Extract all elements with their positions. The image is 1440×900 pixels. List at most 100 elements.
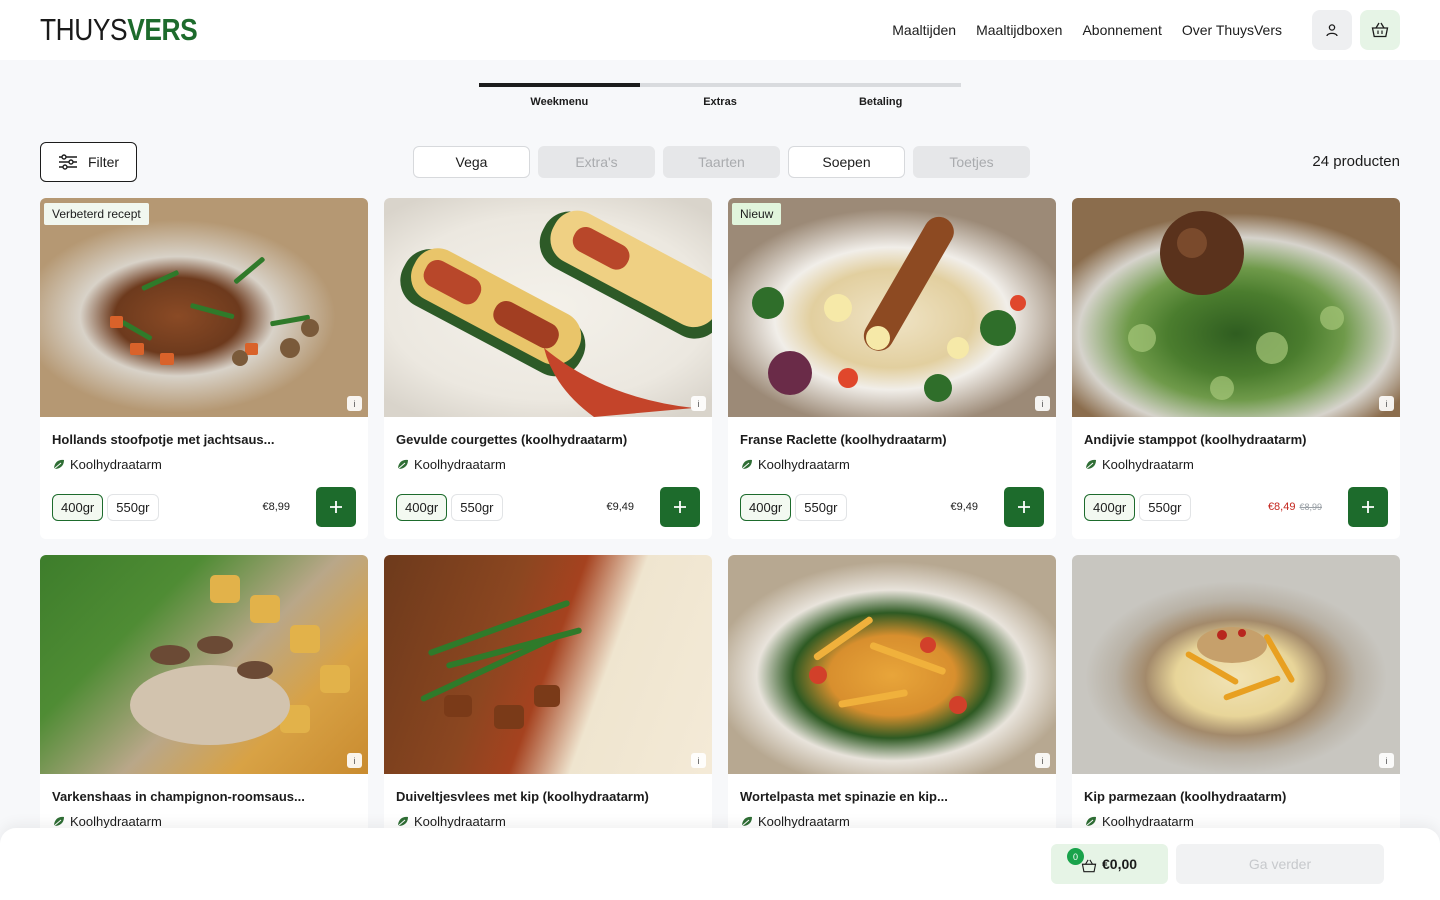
- price-value: €9,49: [606, 501, 634, 513]
- product-image[interactable]: i: [384, 198, 712, 417]
- product-card[interactable]: i Andijvie stamppot (koolhydraatarm) Koo…: [1072, 198, 1400, 539]
- info-icon[interactable]: i: [691, 753, 706, 768]
- product-badge: Verbeterd recept: [44, 203, 149, 225]
- product-image[interactable]: i: [1072, 198, 1400, 417]
- step-weekmenu[interactable]: Weekmenu: [479, 83, 640, 108]
- size-option[interactable]: 550gr: [1139, 493, 1191, 521]
- cart-button[interactable]: [1360, 10, 1400, 50]
- diet-tag: Koolhydraatarm: [1072, 457, 1400, 472]
- diet-tag: Koolhydraatarm: [40, 814, 368, 829]
- logo-part-1: THUYS: [40, 12, 128, 47]
- product-title[interactable]: Gevulde courgettes (koolhydraatarm): [384, 432, 712, 447]
- info-icon[interactable]: i: [1379, 396, 1394, 411]
- info-icon[interactable]: i: [347, 753, 362, 768]
- leaf-icon: [53, 459, 64, 470]
- product-card[interactable]: i Gevulde courgettes (koolhydraatarm) Ko…: [384, 198, 712, 539]
- add-to-cart-button[interactable]: [1004, 487, 1044, 527]
- logo[interactable]: THUYS VERS: [40, 12, 198, 48]
- product-actions: 400gr 550gr €9,49: [384, 487, 712, 527]
- user-icon: [1326, 24, 1338, 37]
- add-to-cart-button[interactable]: [660, 487, 700, 527]
- product-card[interactable]: i Wortelpasta met spinazie en kip... Koo…: [728, 555, 1056, 855]
- nav-link-abonnement[interactable]: Abonnement: [1082, 22, 1161, 38]
- add-to-cart-button[interactable]: [316, 487, 356, 527]
- product-price: €9,49: [606, 501, 634, 513]
- step-bar: [639, 83, 801, 87]
- size-option[interactable]: 550gr: [451, 493, 503, 521]
- leaf-icon: [741, 816, 752, 827]
- plus-icon: [1362, 501, 1374, 513]
- size-option[interactable]: 400gr: [396, 493, 448, 521]
- product-title[interactable]: Duiveltjesvlees met kip (koolhydraatarm): [384, 789, 712, 804]
- product-image[interactable]: i: [728, 555, 1056, 774]
- step-extras[interactable]: Extras: [639, 83, 801, 108]
- diet-tag-label: Koolhydraatarm: [1102, 457, 1194, 472]
- category-toetjes[interactable]: Toetjes: [913, 146, 1030, 178]
- product-title[interactable]: Andijvie stamppot (koolhydraatarm): [1072, 432, 1400, 447]
- diet-tag: Koolhydraatarm: [384, 457, 712, 472]
- filter-button[interactable]: Filter: [40, 142, 137, 182]
- product-card[interactable]: Verbeterd recept i Hollands stoofpotje m…: [40, 198, 368, 539]
- step-label: Weekmenu: [530, 96, 589, 108]
- add-to-cart-button[interactable]: [1348, 487, 1388, 527]
- product-actions: 400gr 550gr €9,49: [728, 487, 1056, 527]
- product-title[interactable]: Varkenshaas in champignon-roomsaus...: [40, 789, 368, 804]
- product-image[interactable]: i: [1072, 555, 1400, 774]
- diet-tag-label: Koolhydraatarm: [414, 457, 506, 472]
- size-option[interactable]: 550gr: [795, 493, 847, 521]
- product-image[interactable]: i: [384, 555, 712, 774]
- leaf-icon: [741, 459, 752, 470]
- diet-tag-label: Koolhydraatarm: [758, 814, 850, 829]
- size-option[interactable]: 400gr: [740, 493, 792, 521]
- size-option[interactable]: 400gr: [52, 493, 104, 521]
- product-card[interactable]: i Varkenshaas in champignon-roomsaus... …: [40, 555, 368, 855]
- product-title[interactable]: Kip parmezaan (koolhydraatarm): [1072, 789, 1400, 804]
- product-image[interactable]: i: [40, 555, 368, 774]
- price-value: €9,49: [950, 501, 978, 513]
- info-icon[interactable]: i: [1379, 753, 1394, 768]
- leaf-icon: [1085, 459, 1096, 470]
- size-option[interactable]: 550gr: [107, 493, 159, 521]
- category-taarten[interactable]: Taarten: [663, 146, 780, 178]
- product-image[interactable]: Verbeterd recept i: [40, 198, 368, 417]
- product-title[interactable]: Hollands stoofpotje met jachtsaus...: [40, 432, 368, 447]
- info-icon[interactable]: i: [1035, 753, 1050, 768]
- category-vega[interactable]: Vega: [413, 146, 530, 178]
- original-price: €8,99: [1299, 502, 1322, 512]
- step-betaling[interactable]: Betaling: [800, 83, 962, 108]
- product-card[interactable]: i Kip parmezaan (koolhydraatarm) Koolhyd…: [1072, 555, 1400, 855]
- logo-part-2: VERS: [127, 12, 198, 47]
- category-extras[interactable]: Extra's: [538, 146, 655, 178]
- product-card[interactable]: Nieuw i Franse Raclette (koolhydraatarm)…: [728, 198, 1056, 539]
- plus-icon: [330, 501, 342, 513]
- info-icon[interactable]: i: [691, 396, 706, 411]
- plus-icon: [674, 501, 686, 513]
- product-price: €8,49 €8,99: [1268, 501, 1322, 513]
- diet-tag: Koolhydraatarm: [728, 457, 1056, 472]
- step-bar: [800, 83, 962, 87]
- product-count: 24 producten: [1312, 153, 1400, 170]
- info-icon[interactable]: i: [1035, 396, 1050, 411]
- nav-link-maaltijdboxen[interactable]: Maaltijdboxen: [976, 22, 1062, 38]
- checkout-stepper: Weekmenu Extras Betaling: [479, 83, 962, 108]
- category-soepen[interactable]: Soepen: [788, 146, 905, 178]
- leaf-icon: [397, 459, 408, 470]
- info-icon[interactable]: i: [347, 396, 362, 411]
- product-image[interactable]: Nieuw i: [728, 198, 1056, 417]
- account-button[interactable]: [1312, 10, 1352, 50]
- diet-tag: Koolhydraatarm: [40, 457, 368, 472]
- nav-link-maaltijden[interactable]: Maaltijden: [892, 22, 956, 38]
- step-label: Betaling: [858, 96, 903, 108]
- step-label: Extras: [703, 96, 737, 108]
- product-card[interactable]: i Duiveltjesvlees met kip (koolhydraatar…: [384, 555, 712, 855]
- product-price: €9,49: [950, 501, 978, 513]
- continue-button[interactable]: Ga verder: [1176, 844, 1384, 884]
- sliders-icon: [58, 154, 77, 170]
- size-option[interactable]: 400gr: [1084, 493, 1136, 521]
- product-actions: 400gr 550gr €8,99: [40, 487, 368, 527]
- product-title[interactable]: Wortelpasta met spinazie en kip...: [728, 789, 1056, 804]
- basket-icon: [1371, 22, 1389, 38]
- cart-total-button[interactable]: 0 €0,00: [1051, 844, 1168, 884]
- product-title[interactable]: Franse Raclette (koolhydraatarm): [728, 432, 1056, 447]
- nav-link-over[interactable]: Over ThuysVers: [1182, 22, 1282, 38]
